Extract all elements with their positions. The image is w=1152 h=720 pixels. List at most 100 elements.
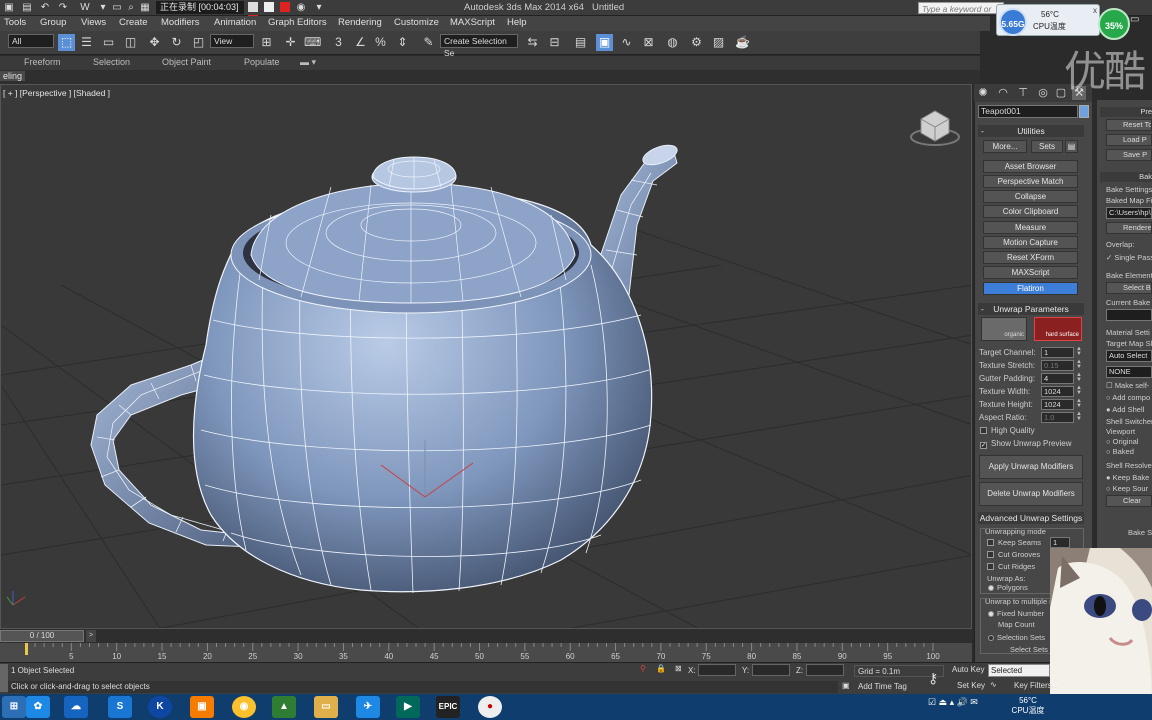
menu-help[interactable]: Help: [507, 17, 527, 28]
auto-select-dropdown[interactable]: Auto Select: [1106, 350, 1152, 362]
key-selection-dropdown[interactable]: Selected: [988, 664, 1050, 677]
kuwo-icon[interactable]: K: [148, 696, 172, 718]
3dsmax-icon[interactable]: ▶: [396, 696, 420, 718]
save-preset-button[interactable]: Save P: [1106, 149, 1152, 161]
hard-surface-preset-button[interactable]: hard surface: [1034, 317, 1082, 341]
key-mode-icon[interactable]: ∿: [990, 680, 997, 689]
texture-stretch-spinner[interactable]: ▲ ▼: [1076, 359, 1082, 371]
advanced-unwrap-header[interactable]: - Advanced Unwrap Settings: [978, 512, 1084, 524]
render-teapot-icon[interactable]: ☕: [734, 34, 751, 51]
asset-browser-button[interactable]: Asset Browser: [983, 160, 1078, 173]
hierarchy-tab-icon[interactable]: ⊤: [1016, 86, 1030, 100]
ie-icon[interactable]: ✿: [26, 696, 50, 718]
make-self-checkbox[interactable]: ☐ Make self-: [1106, 381, 1149, 390]
original-radio[interactable]: ○ Original: [1106, 437, 1138, 446]
texture-height-spinner[interactable]: ▲ ▼: [1076, 398, 1082, 410]
more-button[interactable]: More...: [983, 140, 1027, 153]
arrow-app-icon[interactable]: ✈: [356, 696, 380, 718]
redo-icon[interactable]: ↷: [56, 1, 70, 14]
cut-grooves-checkbox[interactable]: Cut Grooves: [987, 550, 1040, 559]
menu-views[interactable]: Views: [81, 17, 106, 28]
app-menu-icon[interactable]: ▣: [2, 1, 16, 14]
texture-stretch-field[interactable]: 0.15: [1041, 360, 1074, 371]
motion-tab-icon[interactable]: ◎: [1036, 86, 1050, 100]
curve-editor-icon[interactable]: ∿: [618, 34, 635, 51]
set-key-button[interactable]: Set Key: [957, 681, 985, 690]
chevron-down-icon[interactable]: ▾: [96, 1, 110, 14]
bake-selected-button[interactable]: Bake Se: [1128, 528, 1152, 537]
texture-width-spinner[interactable]: ▲ ▼: [1076, 385, 1082, 397]
keep-source-radio[interactable]: ○ Keep Sour: [1106, 484, 1148, 493]
open-icon[interactable]: ▤: [20, 1, 34, 14]
polygons-radio[interactable]: Polygons: [988, 583, 1028, 592]
z-coord-field[interactable]: [806, 664, 844, 676]
tab-freeform[interactable]: Freeform: [24, 57, 61, 67]
menu-group[interactable]: Group: [40, 17, 66, 28]
material-editor-icon[interactable]: ◍: [664, 34, 681, 51]
window-controls[interactable]: ▭: [1130, 14, 1139, 25]
mirror-icon[interactable]: ⇆: [524, 34, 541, 51]
align-icon[interactable]: ⊟: [546, 34, 563, 51]
window-crossing-icon[interactable]: ◫: [122, 34, 139, 51]
bake-rollout-header[interactable]: Bak: [1100, 172, 1152, 182]
organic-preset-button[interactable]: organic: [981, 317, 1027, 341]
current-frame-marker[interactable]: [25, 643, 28, 655]
modify-tab-icon[interactable]: ◠: [996, 86, 1010, 100]
layer-manager-icon[interactable]: ▤: [572, 34, 589, 51]
grid-icon[interactable]: ▦: [138, 1, 152, 14]
x-coord-field[interactable]: [698, 664, 736, 676]
delete-unwrap-modifiers-button[interactable]: Delete Unwrap Modifiers: [979, 482, 1083, 506]
keep-seams-box[interactable]: [987, 539, 994, 546]
angle-snap-icon[interactable]: ∠: [352, 34, 369, 51]
unwrap-parameters-header[interactable]: - Unwrap Parameters: [978, 303, 1084, 315]
reset-xform-button[interactable]: Reset XForm: [983, 251, 1078, 264]
menu-maxscript[interactable]: MAXScript: [450, 17, 495, 28]
aspect-ratio-spinner[interactable]: ▲ ▼: [1076, 411, 1082, 423]
maxscript-listener-mini[interactable]: [0, 664, 8, 692]
menu-rendering[interactable]: Rendering: [338, 17, 382, 28]
edit-named-sets-icon[interactable]: ✎: [420, 34, 437, 51]
show-unwrap-preview-checkbox[interactable]: ✓ Show Unwrap Preview: [980, 439, 1071, 449]
load-preset-button[interactable]: Load P: [1106, 134, 1152, 146]
schematic-view-icon[interactable]: ⊠: [640, 34, 657, 51]
object-name-field[interactable]: Teapot001: [978, 105, 1078, 118]
rendered-frame-icon[interactable]: ▨: [710, 34, 727, 51]
menu-modifiers[interactable]: Modifiers: [161, 17, 200, 28]
move-icon[interactable]: ✥: [146, 34, 163, 51]
perspective-match-button[interactable]: Perspective Match: [983, 175, 1078, 188]
rotate-icon[interactable]: ↻: [168, 34, 185, 51]
absolute-mode-icon[interactable]: ⊠: [675, 664, 682, 673]
graphite-toggle-icon[interactable]: ▣: [596, 34, 613, 51]
sets-button[interactable]: Sets: [1031, 140, 1063, 153]
perspective-viewport[interactable]: [ + ] [Perspective ] [Shaded ]: [0, 84, 972, 629]
renderer-button[interactable]: Renderer: [1106, 222, 1152, 234]
recorder-icon[interactable]: ●: [478, 696, 502, 718]
menu-customize[interactable]: Customize: [394, 17, 439, 28]
select-object-icon[interactable]: ⬚: [58, 34, 75, 51]
pen-icon[interactable]: [248, 2, 258, 12]
flatiron-button[interactable]: Flatiron: [983, 282, 1078, 295]
measure-button[interactable]: Measure: [983, 221, 1078, 234]
spinner-snap-icon[interactable]: ⇕: [394, 34, 411, 51]
show-unwrap-preview-box[interactable]: ✓: [980, 442, 987, 449]
system-tray[interactable]: ☑ ⏏ ▴ 🔊 ✉: [928, 697, 978, 708]
key-icon[interactable]: ⚷: [928, 670, 938, 687]
select-manipulate-icon[interactable]: ✛: [282, 34, 299, 51]
snaps-toggle-icon[interactable]: 3: [330, 34, 347, 51]
time-slider-thumb[interactable]: 0 / 100: [0, 630, 84, 642]
single-pass-checkbox[interactable]: ✓ Single Pass: [1106, 253, 1152, 262]
track-bar[interactable]: 5 10 15 20 25 30 35 40 45 50 55 60 65 70 75 80 85 90 95 100: [0, 643, 972, 662]
viewport-label[interactable]: [ + ] [Perspective ] [Shaded ]: [3, 88, 110, 98]
menu-create[interactable]: Create: [119, 17, 148, 28]
motion-capture-button[interactable]: Motion Capture: [983, 236, 1078, 249]
fixed-number-radio-dot[interactable]: [988, 611, 994, 617]
orange-app-icon[interactable]: ▣: [190, 696, 214, 718]
ribbon-options-icon[interactable]: ▬ ▾: [300, 57, 316, 68]
none-dropdown[interactable]: NONE: [1106, 366, 1152, 378]
apply-unwrap-modifiers-button[interactable]: Apply Unwrap Modifiers: [979, 455, 1083, 479]
rect-selection-icon[interactable]: ▭: [100, 34, 117, 51]
gutter-padding-field[interactable]: 4: [1041, 373, 1074, 384]
tab-object-paint[interactable]: Object Paint: [162, 57, 211, 67]
object-color-swatch[interactable]: [1079, 105, 1089, 118]
aspect-ratio-field[interactable]: 1.0: [1041, 412, 1074, 423]
